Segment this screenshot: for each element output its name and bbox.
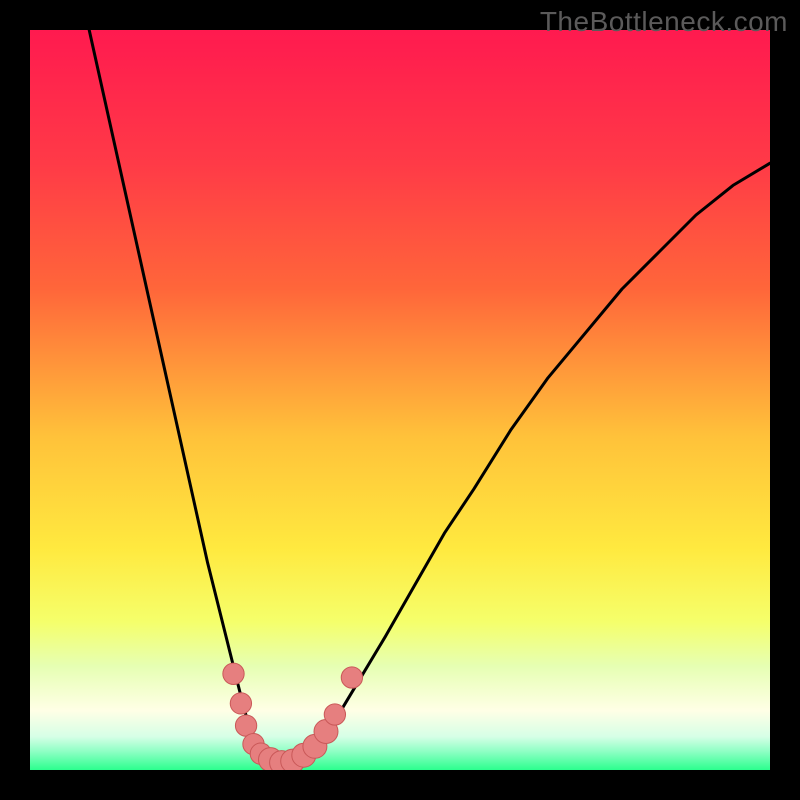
chart-frame: TheBottleneck.com: [0, 0, 800, 800]
data-marker: [341, 667, 362, 688]
plot-area: [30, 30, 770, 770]
data-marker: [324, 704, 345, 725]
chart-background: [30, 30, 770, 770]
data-marker: [223, 663, 244, 684]
watermark-text: TheBottleneck.com: [540, 6, 788, 38]
bottleneck-chart: [30, 30, 770, 770]
data-marker: [230, 693, 251, 714]
